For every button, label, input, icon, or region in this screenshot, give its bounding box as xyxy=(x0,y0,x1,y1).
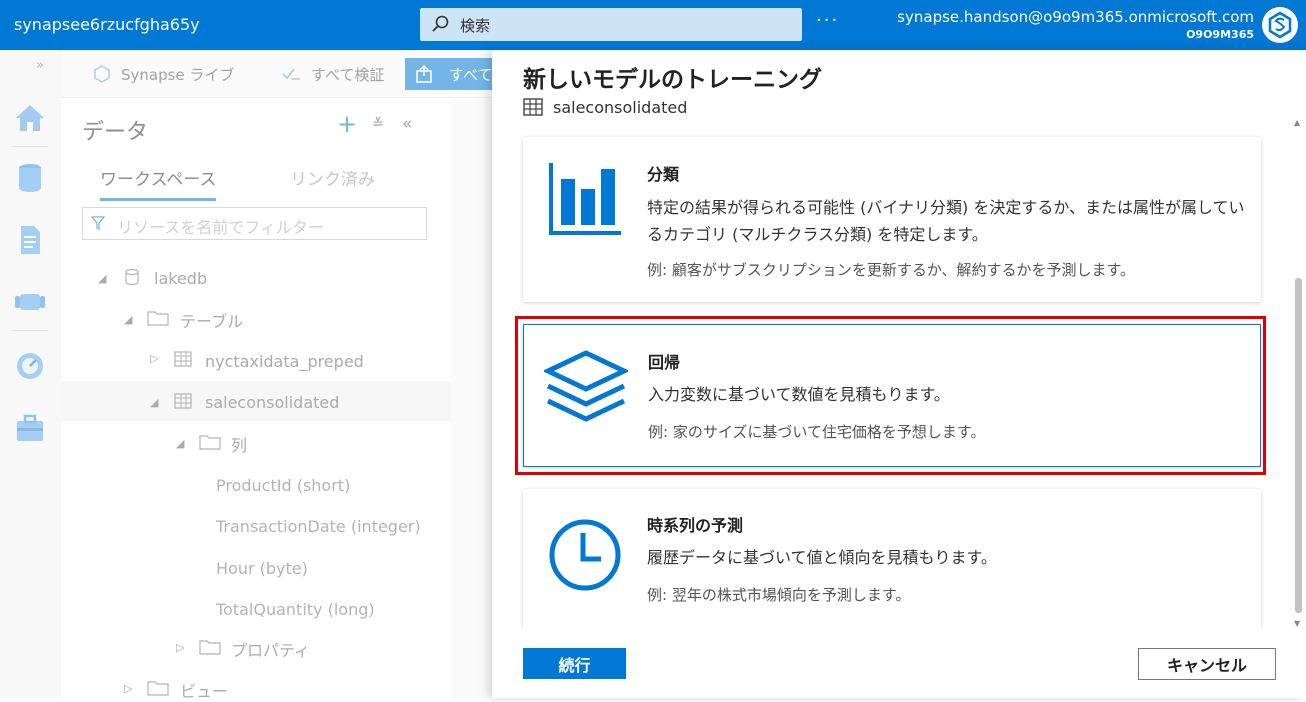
modal-overlay xyxy=(0,50,492,698)
model-type-forecasting-card[interactable]: 時系列の予測 履歴データに基づいて値と傾向を見積もります。 例: 翌年の株式市場… xyxy=(523,489,1261,628)
cancel-button[interactable]: キャンセル xyxy=(1138,648,1276,680)
search-placeholder: 検索 xyxy=(460,17,491,35)
search-icon xyxy=(432,15,449,32)
avatar[interactable] xyxy=(1262,7,1298,43)
account-info[interactable]: synapse.handson@o9o9m365.onmicrosoft.com… xyxy=(897,8,1254,41)
synapse-logo-icon xyxy=(1268,11,1292,39)
clock-icon xyxy=(549,519,621,591)
model-type-classification-card[interactable]: 分類 特定の結果が得られる可能性 (バイナリ分類) を決定するか、または属性が属… xyxy=(523,137,1261,302)
card-description: 特定の結果が得られる可能性 (バイナリ分類) を決定するか、または属性が属してい… xyxy=(647,198,1245,244)
card-example: 例: 翌年の株式市場傾向を予測します。 xyxy=(647,586,911,604)
selection-highlight-box xyxy=(515,316,1266,475)
account-email: synapse.handson@o9o9m365.onmicrosoft.com xyxy=(897,8,1254,26)
panel-title: 新しいモデルのトレーニング xyxy=(523,67,822,93)
top-bar: synapsee6rzucfgha65y 検索 ··· synapse.hand… xyxy=(0,0,1306,50)
selected-table-name: saleconsolidated xyxy=(553,98,688,117)
tenant-name: O9O9M365 xyxy=(1186,28,1254,41)
workspace-name[interactable]: synapsee6rzucfgha65y xyxy=(14,15,200,34)
more-options-button[interactable]: ··· xyxy=(816,10,839,31)
global-search[interactable]: 検索 xyxy=(420,8,802,41)
card-example: 例: 顧客がサブスクリプションを更新するか、解約するかを予測します。 xyxy=(647,261,1136,279)
table-icon xyxy=(523,98,543,116)
scroll-down-icon[interactable]: ▼ xyxy=(1294,619,1300,628)
continue-button[interactable]: 続行 xyxy=(523,648,626,679)
card-description: 履歴データに基づいて値と傾向を見積もります。 xyxy=(647,548,997,567)
scroll-thumb[interactable] xyxy=(1295,278,1302,613)
card-title: 時系列の予測 xyxy=(647,516,744,535)
card-title: 分類 xyxy=(647,165,680,184)
scroll-up-icon[interactable]: ▲ xyxy=(1294,118,1300,127)
panel-scrollbar[interactable]: ▲ ▼ xyxy=(1292,118,1304,628)
bar-chart-icon xyxy=(549,163,621,235)
